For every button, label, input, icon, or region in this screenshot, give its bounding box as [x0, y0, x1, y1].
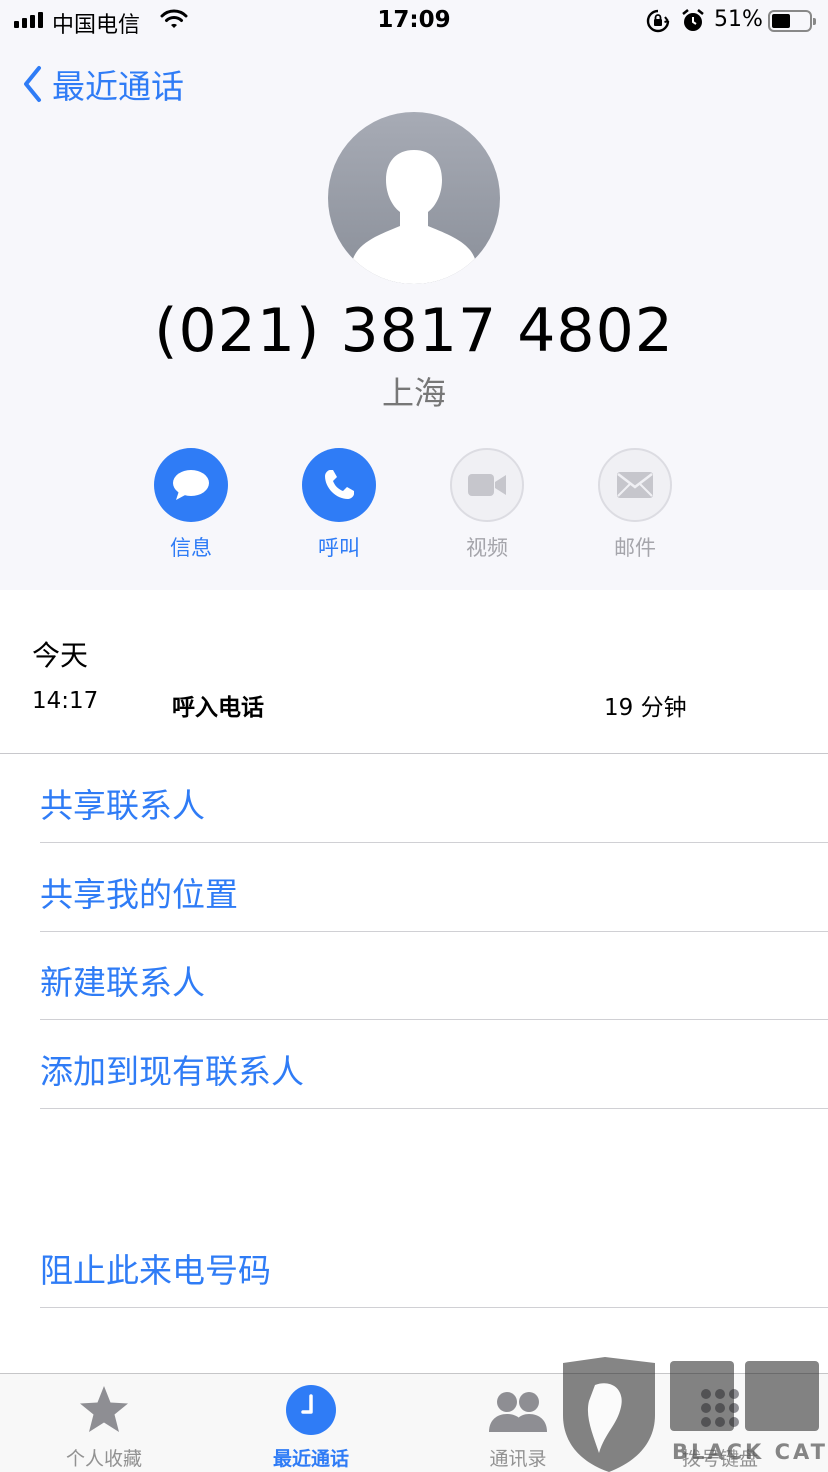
orientation-lock-icon	[646, 9, 670, 33]
add-to-existing-contact-option[interactable]: 添加到现有联系人	[40, 1021, 828, 1109]
add-to-existing-contact-label: 添加到现有联系人	[40, 1052, 304, 1091]
watermark-text: BLACK CAT	[672, 1440, 828, 1464]
new-contact-option[interactable]: 新建联系人	[40, 932, 828, 1020]
call-action-button[interactable]	[302, 448, 376, 522]
video-icon	[468, 474, 506, 496]
block-caller-option[interactable]: 阻止此来电号码	[40, 1220, 828, 1308]
message-action-button[interactable]	[154, 448, 228, 522]
mail-action-button[interactable]	[598, 448, 672, 522]
phone-number[interactable]: (021) 3817 4802	[0, 296, 828, 366]
person-silhouette-icon	[350, 150, 478, 284]
battery-percentage: 51%	[714, 7, 763, 32]
chevron-left-icon	[24, 66, 41, 102]
star-icon	[80, 1386, 128, 1432]
tab-favorites[interactable]: 个人收藏	[24, 1382, 184, 1471]
back-label: 最近通话	[52, 67, 184, 106]
recent-call-type: 呼入电话	[172, 695, 264, 721]
tab-recents-label: 最近通话	[272, 1448, 349, 1470]
phone-icon	[325, 470, 354, 499]
tab-recents[interactable]: 最近通话	[231, 1382, 391, 1471]
battery-icon	[768, 10, 816, 32]
message-icon	[173, 470, 209, 500]
message-action-label: 信息	[170, 536, 212, 560]
video-action[interactable]: 视频	[437, 448, 537, 562]
recent-calls-date-heading: 今天	[32, 639, 89, 672]
share-location-label: 共享我的位置	[40, 875, 238, 914]
share-contact-label: 共享联系人	[40, 786, 205, 825]
share-location-option[interactable]: 共享我的位置	[40, 844, 828, 932]
back-button[interactable]: 最近通话	[22, 60, 184, 108]
call-action[interactable]: 呼叫	[289, 448, 389, 562]
contact-avatar	[328, 112, 500, 284]
divider	[0, 753, 828, 754]
message-action[interactable]: 信息	[141, 448, 241, 562]
video-action-button[interactable]	[450, 448, 524, 522]
recent-call-time: 14:17	[32, 688, 99, 714]
recent-call-duration: 19 分钟	[604, 695, 687, 721]
alarm-icon	[682, 9, 704, 31]
contacts-icon	[489, 1392, 547, 1432]
mail-action[interactable]: 邮件	[585, 448, 685, 562]
call-action-label: 呼叫	[318, 536, 360, 560]
mail-action-label: 邮件	[614, 536, 656, 560]
status-bar: 中国电信 17:09 51%	[0, 0, 828, 42]
battery-level-fill	[772, 14, 790, 28]
share-contact-option[interactable]: 共享联系人	[40, 755, 828, 843]
number-location: 上海	[381, 374, 446, 412]
new-contact-label: 新建联系人	[40, 963, 205, 1002]
block-caller-label: 阻止此来电号码	[40, 1251, 271, 1290]
clock-icon	[286, 1385, 336, 1435]
tab-favorites-label: 个人收藏	[65, 1448, 142, 1470]
mail-icon	[617, 472, 653, 498]
video-action-label: 视频	[466, 536, 508, 560]
